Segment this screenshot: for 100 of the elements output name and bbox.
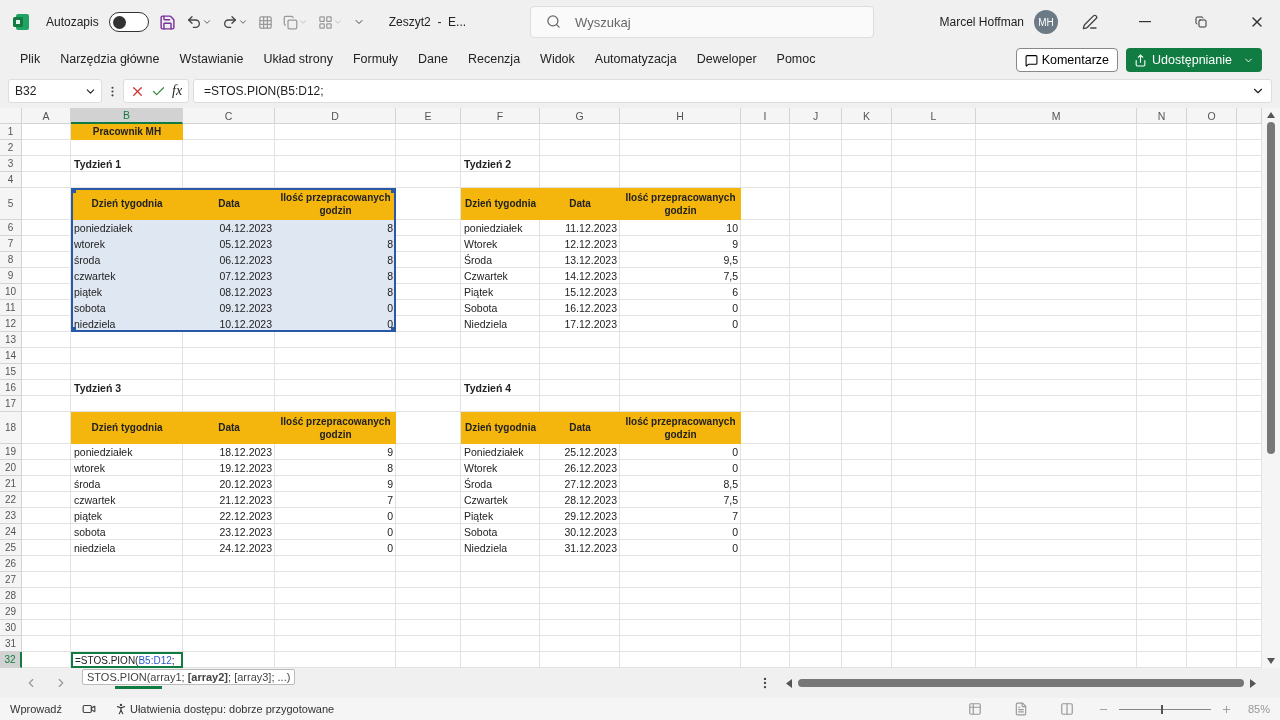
column-header[interactable]: C	[183, 108, 275, 124]
row-header[interactable]: 28	[0, 588, 22, 604]
ribbon-tab[interactable]: Widok	[530, 48, 585, 72]
row-header[interactable]: 3	[0, 156, 22, 172]
row-header[interactable]: 8	[0, 252, 22, 268]
table-cell-text: Wtorek	[463, 461, 499, 476]
week-title: Tydzień 1	[73, 157, 123, 172]
user-avatar[interactable]: MH	[1034, 10, 1058, 34]
row-header[interactable]: 20	[0, 460, 22, 476]
table-cell-text: Niedziela	[463, 317, 509, 332]
scroll-right-icon[interactable]	[1250, 678, 1256, 688]
row-header[interactable]: 11	[0, 300, 22, 316]
row-header[interactable]: 16	[0, 380, 22, 396]
row-header[interactable]: 2	[0, 140, 22, 156]
status-mode: Wprowadź	[10, 703, 62, 715]
zoom-in-icon[interactable]	[1220, 703, 1232, 715]
layout-icon[interactable]	[317, 14, 343, 30]
vertical-scrollbar-thumb[interactable]	[1267, 122, 1275, 454]
row-header[interactable]: 25	[0, 540, 22, 556]
row-header[interactable]: 1	[0, 124, 22, 140]
column-header[interactable]: N	[1137, 108, 1187, 124]
table-cell-text: 6	[731, 285, 739, 300]
row-header[interactable]: 26	[0, 556, 22, 572]
ribbon-tab[interactable]: Formuły	[342, 48, 409, 72]
ribbon-tab[interactable]: Recenzja	[457, 48, 531, 72]
row-header[interactable]: 15	[0, 364, 22, 380]
ribbon-tab[interactable]: Deweloper	[686, 48, 767, 72]
column-header[interactable]: M	[976, 108, 1137, 124]
table-cell: 8	[275, 236, 396, 252]
column-header[interactable]: H	[620, 108, 741, 124]
row-header[interactable]: 12	[0, 316, 22, 332]
macro-record-icon[interactable]	[81, 702, 96, 716]
row-header[interactable]: 7	[0, 236, 22, 252]
row-header[interactable]: 10	[0, 284, 22, 300]
row-header[interactable]: 24	[0, 524, 22, 540]
scroll-up-icon[interactable]	[1267, 112, 1275, 118]
row-header[interactable]: 19	[0, 444, 22, 460]
scroll-left-icon[interactable]	[786, 678, 792, 688]
column-header[interactable]: D	[275, 108, 396, 124]
ribbon-tab[interactable]: Pomoc	[766, 48, 826, 72]
undo-icon[interactable]	[185, 14, 212, 30]
search-field[interactable]: Wyszukaj	[530, 6, 875, 38]
formula-field[interactable]: =STOS.PION(B5:D12;	[193, 79, 1272, 103]
row-header[interactable]: 5	[0, 188, 22, 220]
table-cell: poniedziałek	[71, 220, 183, 236]
row-header[interactable]: 17	[0, 396, 22, 412]
pen-icon[interactable]	[1082, 14, 1098, 30]
page-layout-icon[interactable]	[1013, 702, 1028, 716]
column-header[interactable]: G	[540, 108, 620, 124]
column-header[interactable]: A	[22, 108, 71, 124]
table-icon[interactable]	[257, 14, 273, 30]
insert-function-button[interactable]: fx	[172, 83, 183, 99]
row-header[interactable]: 29	[0, 604, 22, 620]
table-cell-text: 25.12.2023	[563, 445, 618, 460]
column-header[interactable]: L	[892, 108, 976, 124]
ribbon-tab[interactable]: Wstawianie	[169, 48, 254, 72]
ribbon-tab[interactable]: Narzędzia główne	[50, 48, 170, 72]
comments-button[interactable]: Komentarze	[1015, 48, 1119, 72]
row-header[interactable]: 4	[0, 172, 22, 188]
row-header[interactable]: 23	[0, 508, 22, 524]
scroll-down-icon[interactable]	[1267, 658, 1275, 664]
row-header[interactable]: 21	[0, 476, 22, 492]
row-header[interactable]: 18	[0, 412, 22, 444]
accessibility-status[interactable]: Ułatwienia dostępu: dobrze przygotowane	[129, 703, 335, 715]
row-header[interactable]: 9	[0, 268, 22, 284]
column-header[interactable]: K	[842, 108, 892, 124]
page-break-icon[interactable]	[1059, 702, 1074, 716]
row-header[interactable]: 6	[0, 220, 22, 236]
row-header[interactable]: 22	[0, 492, 22, 508]
ribbon-tab[interactable]: Automatyzacja	[584, 48, 687, 72]
row-header[interactable]: 30	[0, 620, 22, 636]
horizontal-scrollbar-thumb[interactable]	[798, 679, 1244, 687]
shapes-icon[interactable]	[282, 14, 308, 30]
row-header[interactable]: 31	[0, 636, 22, 652]
name-box[interactable]: B32	[8, 79, 102, 103]
redo-icon[interactable]	[221, 14, 248, 30]
column-header[interactable]: B	[71, 108, 183, 124]
ribbon-tab[interactable]: Układ strony	[253, 48, 343, 72]
normal-view-icon[interactable]	[967, 702, 982, 716]
table-cell: środa	[71, 252, 183, 268]
row-header[interactable]: 32	[0, 652, 22, 668]
formula-cell[interactable]: =STOS.PION(B5:D12;	[71, 652, 183, 668]
ribbon-tab[interactable]: Plik	[10, 48, 51, 72]
row-header[interactable]: 14	[0, 348, 22, 364]
table-cell: 06.12.2023	[183, 252, 275, 268]
table-header: Data	[183, 188, 275, 220]
ribbon-tab[interactable]: Dane	[408, 48, 458, 72]
column-header[interactable]: J	[790, 108, 842, 124]
autosave-toggle[interactable]	[108, 12, 149, 32]
table-cell: czwartek	[71, 268, 183, 284]
table-cell: piątek	[71, 284, 183, 300]
column-header[interactable]: O	[1187, 108, 1237, 124]
column-header[interactable]: F	[461, 108, 540, 124]
row-header[interactable]: 13	[0, 332, 22, 348]
share-button[interactable]: Udostępnianie	[1126, 48, 1262, 72]
row-header[interactable]: 27	[0, 572, 22, 588]
column-header[interactable]: I	[741, 108, 790, 124]
table-header: Data	[540, 412, 620, 444]
column-header[interactable]: E	[396, 108, 461, 124]
save-icon[interactable]	[158, 13, 176, 31]
